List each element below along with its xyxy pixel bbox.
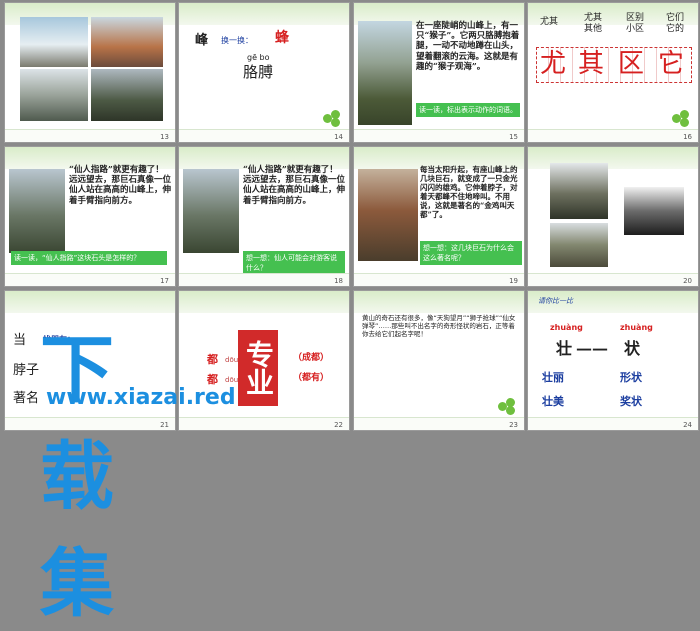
word-group-4: 它们它的	[665, 13, 684, 34]
slide-photo	[358, 169, 418, 261]
clover-icon	[323, 110, 341, 128]
slide-22[interactable]: 都 dōu （成都） 都 dōu （都有） 22	[179, 291, 349, 430]
char-right: 蜂	[275, 30, 289, 46]
slide-16[interactable]: 尤其 尤其其他 区别小区 它们它的 尤 其 区 它 16	[528, 3, 698, 142]
passage-text: 黄山的奇石还有很多，像“天狗望月”“狮子抢球”“仙女弹琴”……那些叫不出名字的奇…	[362, 314, 516, 338]
slide-footer: 15	[354, 129, 524, 142]
slide-footer: 16	[528, 129, 698, 142]
slide-footer: 21	[5, 417, 175, 430]
slide-21[interactable]: 当 找朋友： 脖子 著名 21	[5, 291, 175, 430]
slide-photo	[183, 169, 239, 253]
passage-text: 每当太阳升起，有座山峰上的几块巨石，就变成了一只金光闪闪的雄鸡。它伸着脖子，对着…	[420, 165, 518, 219]
slide-header-band	[179, 3, 349, 25]
swap-label: 换一换：	[221, 36, 253, 45]
slide-footer: 17	[5, 273, 175, 286]
slide-photo	[550, 223, 608, 267]
dash: ——	[576, 339, 608, 358]
word-1: 当	[13, 333, 27, 348]
slide-photo	[91, 69, 163, 121]
slide-photo	[91, 17, 163, 67]
slide-15[interactable]: 在一座陡峭的山峰上，有一只“猴子”。它两只胳膊抱着腿，一动不动地蹲在山头，望着翻…	[354, 3, 524, 142]
slide-photo	[550, 163, 608, 219]
poly-char-1: 都	[207, 353, 218, 366]
slide-number: 17	[160, 277, 169, 285]
pinyin: gē bo	[247, 53, 270, 62]
example-1: （成都）	[293, 353, 330, 363]
passage-text: “仙人指路”就更有趣了！远远望去，那巨石真像一位仙人站在高高的山峰上，伸着手臂指…	[243, 165, 346, 206]
slide-footer: 23	[354, 417, 524, 430]
instruction-box: 想一想：仙人可能会对游客说什么？	[243, 251, 345, 275]
instruction-box: 想一想：这几块巨石为什么会这么著名呢？	[420, 241, 522, 265]
char-1: 壮	[556, 339, 573, 358]
slide-number: 16	[683, 133, 692, 141]
word-4: 奖状	[620, 395, 642, 408]
pinyin-1: dōu	[225, 356, 239, 364]
pinyin-2: dōu	[225, 376, 239, 384]
char-left: 峰	[195, 33, 209, 48]
char-3: 区	[618, 49, 645, 79]
slide-header-band	[179, 291, 349, 313]
slide-photo	[358, 21, 412, 125]
pinyin-2: zhuàng	[620, 323, 653, 332]
char-2: 状	[624, 339, 641, 358]
slide-14[interactable]: 峰 换一换： 蜂 gē bo 胳膊 14	[179, 3, 349, 142]
slide-footer: 19	[354, 273, 524, 286]
word-3: 壮美	[542, 395, 564, 408]
slide-18[interactable]: “仙人指路”就更有趣了！远远望去，那巨石真像一位仙人站在高高的山峰上，伸着手臂指…	[179, 147, 349, 286]
char-4: 它	[658, 49, 685, 79]
slide-number: 13	[160, 133, 169, 141]
slide-24[interactable]: 请你比一比 zhuàng zhuàng 壮 —— 状 壮丽 形状 壮美 奖状 2…	[528, 291, 698, 430]
slide-17[interactable]: “仙人指路”就更有趣了！远远望去，那巨石真像一位仙人站在高高的山峰上，伸着手臂指…	[5, 147, 175, 286]
slide-footer: 20	[528, 273, 698, 286]
slide-photo	[20, 69, 88, 121]
slide-header-band	[354, 291, 524, 313]
slide-photo	[20, 17, 88, 67]
passage-text: 在一座陡峭的山峰上，有一只“猴子”。它两只胳膊抱着腿，一动不动地蹲在山头，望着翻…	[416, 21, 520, 72]
compare-title: 请你比一比	[538, 297, 573, 305]
slide-photo	[624, 187, 684, 235]
clover-icon	[498, 398, 516, 416]
word-3: 著名	[13, 391, 40, 406]
slide-footer: 14	[179, 129, 349, 142]
slide-footer: 22	[179, 417, 349, 430]
char-2: 其	[578, 49, 605, 79]
slide-number: 19	[509, 277, 518, 285]
slide-20[interactable]: 20	[528, 147, 698, 286]
slide-13[interactable]: 13	[5, 3, 175, 142]
word-2: 脖子	[13, 363, 40, 378]
slide-photo	[9, 169, 65, 253]
slide-number: 22	[334, 421, 343, 429]
clover-icon	[672, 110, 690, 128]
slide-number: 24	[683, 421, 692, 429]
slide-footer: 18	[179, 273, 349, 286]
pinyin-1: zhuàng	[550, 323, 583, 332]
word: 胳膊	[243, 63, 274, 81]
example-2: （都有）	[293, 373, 330, 383]
slide-23[interactable]: 黄山的奇石还有很多，像“天狗望月”“狮子抢球”“仙女弹琴”……那些叫不出名字的奇…	[354, 291, 524, 430]
word-group-1: 尤其	[540, 17, 559, 27]
word-1: 壮丽	[542, 371, 564, 384]
word-2: 形状	[620, 371, 642, 384]
slide-number: 15	[509, 133, 518, 141]
char-1: 尤	[540, 49, 567, 79]
instruction-box: 读一读，“仙人指路”这块石头是怎样的？	[11, 251, 167, 265]
slide-number: 21	[160, 421, 169, 429]
instruction-box: 读一读，标出表示动作的词语。	[416, 103, 520, 117]
passage-text: “仙人指路”就更有趣了！远远望去，那巨石真像一位仙人站在高高的山峰上，伸着手臂指…	[69, 165, 172, 206]
poly-char-2: 都	[207, 373, 218, 386]
slide-footer: 24	[528, 417, 698, 430]
slide-number: 18	[334, 277, 343, 285]
slide-number: 20	[683, 277, 692, 285]
word-group-3: 区别小区	[625, 13, 644, 34]
slide-19[interactable]: 每当太阳升起，有座山峰上的几块巨石，就变成了一只金光闪闪的雄鸡。它伸着脖子，对着…	[354, 147, 524, 286]
find-friends-label: 找朋友：	[43, 335, 75, 344]
word-group-2: 尤其其他	[583, 13, 602, 34]
slide-header-band	[5, 291, 175, 313]
slide-footer: 13	[5, 129, 175, 142]
slide-number: 23	[509, 421, 518, 429]
slide-sorter-grid: 13 峰 换一换： 蜂 gē bo 胳膊 14 在一座陡峭的山峰上，有一只“猴子…	[0, 0, 700, 431]
slide-number: 14	[334, 133, 343, 141]
